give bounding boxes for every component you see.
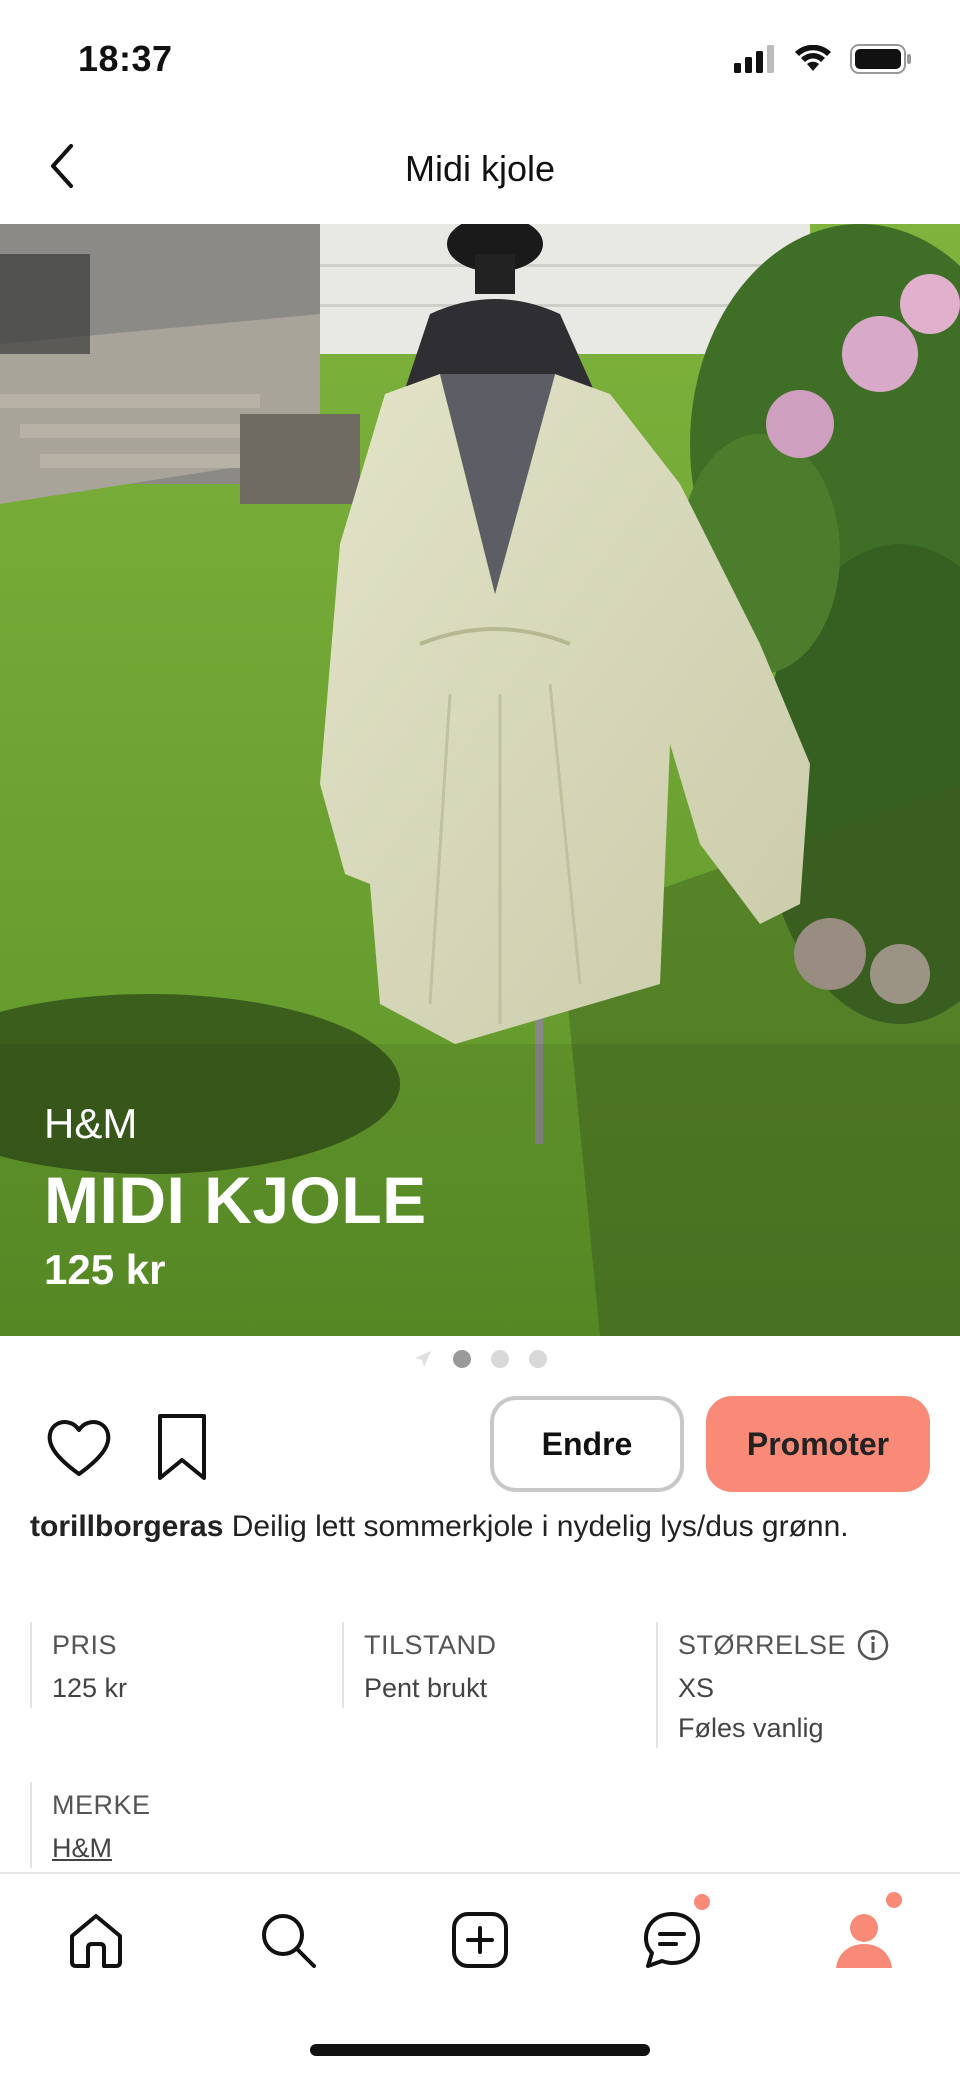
profile-badge (886, 1892, 902, 1908)
home-indicator (310, 2044, 650, 2056)
detail-brand: MERKE H&M (30, 1782, 342, 1868)
edit-button[interactable]: Endre (490, 1396, 684, 1492)
detail-condition-label: TILSTAND (364, 1630, 497, 1660)
detail-condition: TILSTAND Pent brukt (342, 1622, 656, 1708)
search-icon (262, 1914, 316, 1968)
pager-dot-1[interactable] (453, 1350, 471, 1368)
status-icons (734, 44, 912, 74)
detail-size: STØRRELSE XS Føles vanlig (656, 1622, 930, 1748)
hero-price: 125 kr (44, 1246, 166, 1293)
product-image[interactable]: H&M MIDI KJOLE 125 kr (0, 224, 960, 1336)
wifi-icon (795, 45, 831, 71)
signal-icon (734, 45, 774, 73)
page-title: Midi kjole (404, 148, 556, 189)
status-time: 18:37 (78, 38, 173, 79)
tab-search[interactable] (248, 1900, 328, 1980)
detail-brand-link[interactable]: H&M (52, 1828, 342, 1868)
chat-icon (644, 1912, 700, 1968)
caption-text: Deilig lett sommerkjole i nydelig lys/du… (231, 1510, 849, 1543)
battery-icon (850, 44, 911, 74)
promote-button[interactable]: Promoter (706, 1396, 930, 1492)
bookmark-icon (158, 1414, 206, 1480)
pager-dot-3[interactable] (529, 1350, 547, 1368)
detail-price-value: 125 kr (52, 1673, 128, 1703)
pager-dot-2[interactable] (491, 1350, 509, 1368)
action-row: Endre Promoter (0, 1396, 960, 1496)
tab-add[interactable] (440, 1900, 520, 1980)
profile-icon (836, 1914, 892, 1968)
location-arrow-icon (415, 1351, 431, 1367)
detail-size-label: STØRRELSE (678, 1630, 847, 1660)
detail-size-value: XS (678, 1673, 715, 1703)
listing-caption: torillborgeras Deilig lett sommerkjole i… (30, 1504, 910, 1550)
image-pager (0, 1344, 960, 1374)
hero-title: MIDI KJOLE (44, 1163, 427, 1237)
tab-home[interactable] (56, 1900, 136, 1980)
seller-username[interactable]: torillborgeras (30, 1510, 223, 1543)
save-button[interactable] (152, 1412, 212, 1484)
home-icon (70, 1914, 122, 1968)
info-icon[interactable] (856, 1628, 890, 1662)
detail-size-fit: Føles vanlig (678, 1713, 824, 1743)
tab-profile[interactable] (824, 1892, 904, 1980)
tab-bar (0, 1872, 960, 2012)
detail-condition-value: Pent brukt (364, 1673, 488, 1703)
status-bar: 18:37 (0, 0, 960, 110)
messages-badge (694, 1894, 710, 1910)
add-icon (452, 1912, 508, 1968)
nav-header: Midi kjole (0, 110, 960, 224)
like-button[interactable] (44, 1414, 114, 1484)
hero-brand: H&M (44, 1100, 138, 1147)
detail-brand-label: MERKE (52, 1790, 151, 1820)
heart-icon (47, 1420, 111, 1476)
tab-messages[interactable] (632, 1894, 712, 1980)
detail-size-label-row: STØRRELSE (678, 1622, 930, 1668)
detail-price: PRIS 125 kr (30, 1622, 342, 1708)
detail-price-label: PRIS (52, 1630, 118, 1660)
